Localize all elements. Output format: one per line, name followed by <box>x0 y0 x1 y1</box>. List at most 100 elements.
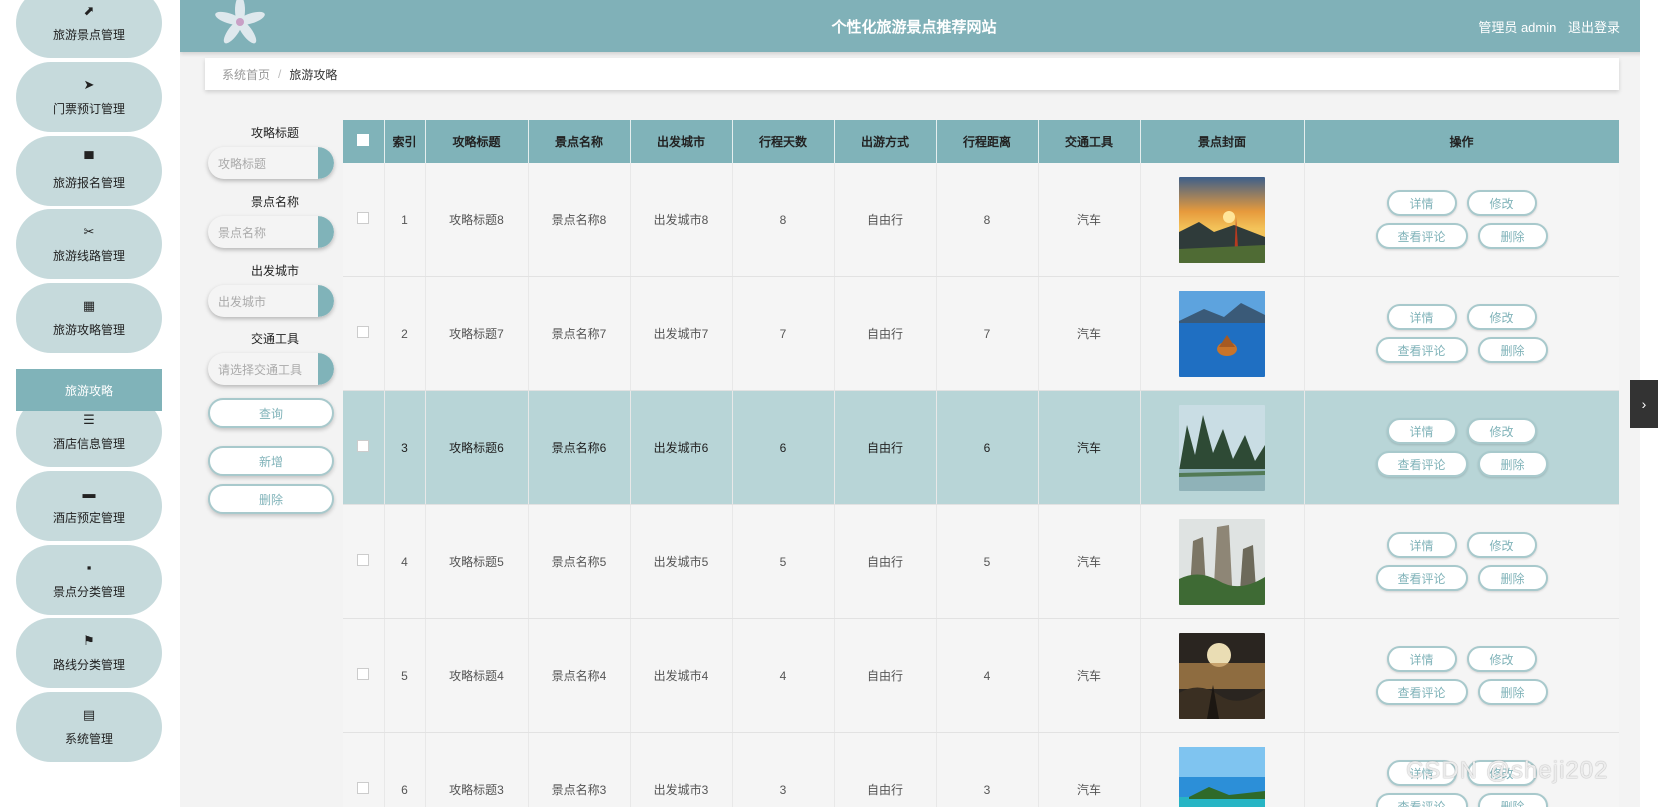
edit-button[interactable]: 修改 <box>1466 532 1537 558</box>
sidebar: ⬈ 旅游景点管理 ➤ 门票预订管理 ▀ 旅游报名管理 ✂ 旅游线路管理 ▦ 旅游攻略管理 ☰ 酒店信息… <box>0 0 180 807</box>
site-title: 个性化旅游景点推荐网站 <box>831 19 997 36</box>
sidebar-item-3[interactable]: ▀ 旅游报名管理 <box>16 136 162 206</box>
table-row[interactable]: 5 攻略标题4 景点名称4 出发城市4 4 自由行 4 汽车 详情 修改 查看评论 删除 <box>343 618 1619 733</box>
cell-city: 出发城市6 <box>630 390 733 505</box>
row-checkbox[interactable] <box>357 668 370 680</box>
cell-transport: 汽车 <box>1038 276 1141 391</box>
view-comments-button[interactable]: 查看评论 <box>1375 793 1468 807</box>
cell-spot: 景点名称4 <box>528 618 631 733</box>
cell-mode: 自由行 <box>834 618 937 733</box>
actions-cell: 详情 修改查看评论 删除 <box>1304 390 1619 505</box>
view-comments-button[interactable]: 查看评论 <box>1375 337 1468 363</box>
select-all-checkbox[interactable] <box>357 134 370 146</box>
cell-transport: 汽车 <box>1038 618 1141 733</box>
column-header: 索引 <box>384 120 426 163</box>
edit-button[interactable]: 修改 <box>1466 304 1537 330</box>
row-select-cell <box>343 732 385 807</box>
table-row[interactable]: 3 攻略标题6 景点名称6 出发城市6 6 自由行 6 汽车 详情 修改 查看评论 删除 <box>343 390 1619 505</box>
query-button[interactable]: 查询 <box>208 398 334 428</box>
row-checkbox[interactable] <box>357 212 370 224</box>
sidebar-subitem-active[interactable]: 旅游攻略 <box>16 369 162 411</box>
table-row[interactable]: 4 攻略标题5 景点名称5 出发城市5 5 自由行 5 汽车 详情 修改 查看评论 删除 <box>343 504 1619 619</box>
title-search-input[interactable]: 攻略标题 <box>208 147 334 179</box>
cell-spot: 景点名称7 <box>528 276 631 391</box>
row-select-cell <box>343 276 385 391</box>
cell-mode: 自由行 <box>834 276 937 391</box>
edit-button[interactable]: 修改 <box>1466 646 1537 672</box>
logout-link[interactable]: 退出登录 <box>1568 20 1620 35</box>
cell-title: 攻略标题5 <box>425 504 529 619</box>
sidebar-item-label: 旅游线路管理 <box>52 248 125 263</box>
cover-cell <box>1140 276 1305 391</box>
column-header: 行程距离 <box>936 120 1039 163</box>
view-comments-button[interactable]: 查看评论 <box>1375 223 1468 249</box>
detail-button[interactable]: 详情 <box>1386 190 1457 216</box>
cell-index: 1 <box>384 163 426 277</box>
row-checkbox[interactable] <box>357 440 370 452</box>
delete-button[interactable]: 删除 <box>1477 451 1548 477</box>
column-header: 出游方式 <box>834 120 937 163</box>
cell-days: 4 <box>732 618 835 733</box>
watermark: CSDN @sheji202 <box>1406 757 1609 784</box>
detail-button[interactable]: 详情 <box>1386 646 1457 672</box>
edit-button[interactable]: 修改 <box>1466 418 1537 444</box>
sidebar-item-5[interactable]: ▦ 旅游攻略管理 <box>16 283 162 353</box>
sidebar-item-7[interactable]: ▬ 酒店预定管理 <box>16 471 162 541</box>
spot-placeholder: 景点名称 <box>218 225 267 240</box>
breadcrumb: 系统首页 / 旅游攻略 <box>205 58 1619 90</box>
sidebar-item-10[interactable]: ▤ 系统管理 <box>16 692 162 762</box>
row-checkbox[interactable] <box>357 782 370 794</box>
sidebar-item-9[interactable]: ⚑ 路线分类管理 <box>16 618 162 688</box>
sidebar-item-8[interactable]: ▪ 景点分类管理 <box>16 545 162 615</box>
expand-panel-button[interactable]: › <box>1630 380 1658 428</box>
view-comments-button[interactable]: 查看评论 <box>1375 451 1468 477</box>
city-label: 出发城市 <box>250 264 299 278</box>
cell-city: 出发城市3 <box>630 732 733 807</box>
column-header: 操作 <box>1304 120 1619 163</box>
cell-index: 6 <box>384 732 426 807</box>
delete-button[interactable]: 删除 <box>1477 793 1548 807</box>
detail-button[interactable]: 详情 <box>1386 532 1457 558</box>
view-comments-button[interactable]: 查看评论 <box>1375 679 1468 705</box>
cell-index: 4 <box>384 504 426 619</box>
select-all-cell <box>343 120 385 163</box>
view-comments-button[interactable]: 查看评论 <box>1375 565 1468 591</box>
detail-button[interactable]: 详情 <box>1386 418 1457 444</box>
cell-title: 攻略标题6 <box>425 390 529 505</box>
transport-select[interactable]: 请选择交通工具 <box>208 353 334 385</box>
delete-button[interactable]: 删除 <box>1477 337 1548 363</box>
sidebar-item-2[interactable]: ➤ 门票预订管理 <box>16 62 162 132</box>
add-button[interactable]: 新增 <box>208 446 334 476</box>
spot-search-input[interactable]: 景点名称 <box>208 216 334 248</box>
column-header: 行程天数 <box>732 120 835 163</box>
actions-cell: 详情 修改查看评论 删除 <box>1304 504 1619 619</box>
apps-icon: ▪ <box>86 559 92 575</box>
cell-transport: 汽车 <box>1038 390 1141 505</box>
sidebar-item-1[interactable]: ⬈ 旅游景点管理 <box>16 0 162 58</box>
row-select-cell <box>343 163 385 277</box>
flag-icon: ⚑ <box>83 632 95 648</box>
cell-spot: 景点名称5 <box>528 504 631 619</box>
table-row[interactable]: 2 攻略标题7 景点名称7 出发城市7 7 自由行 7 汽车 详情 修改 查看评论 删除 <box>343 276 1619 391</box>
breadcrumb-separator: / <box>278 67 282 81</box>
delete-button[interactable]: 删除 <box>1477 223 1548 249</box>
breadcrumb-home[interactable]: 系统首页 <box>222 66 270 83</box>
batch-delete-button[interactable]: 删除 <box>208 484 334 514</box>
cell-distance: 6 <box>936 390 1039 505</box>
row-checkbox[interactable] <box>357 554 370 566</box>
delete-button[interactable]: 删除 <box>1477 679 1548 705</box>
row-checkbox[interactable] <box>357 326 370 338</box>
sidebar-item-4[interactable]: ✂ 旅游线路管理 <box>16 209 162 279</box>
transport-placeholder: 请选择交通工具 <box>218 362 303 377</box>
city-search-input[interactable]: 出发城市 <box>208 285 334 317</box>
cell-transport: 汽车 <box>1038 732 1141 807</box>
cover-cell <box>1140 618 1305 733</box>
table-row[interactable]: 1 攻略标题8 景点名称8 出发城市8 8 自由行 8 汽车 详情 修改 查看评论 删除 <box>343 163 1619 277</box>
column-header: 攻略标题 <box>425 120 529 163</box>
edit-button[interactable]: 修改 <box>1466 190 1537 216</box>
transport-label: 交通工具 <box>250 332 299 346</box>
delete-button[interactable]: 删除 <box>1477 565 1548 591</box>
title-label: 攻略标题 <box>250 126 299 140</box>
detail-button[interactable]: 详情 <box>1386 304 1457 330</box>
cell-days: 3 <box>732 732 835 807</box>
